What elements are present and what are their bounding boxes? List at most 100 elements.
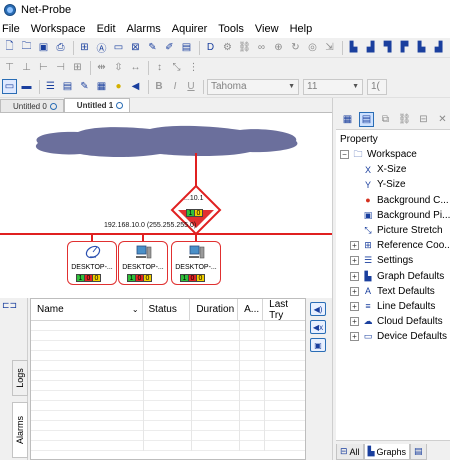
speaker-icon[interactable]: ◀: [128, 79, 143, 94]
collapse-icon[interactable]: −: [340, 150, 349, 160]
menu-tools[interactable]: Tools: [214, 20, 251, 38]
chart-2-icon[interactable]: ▟: [363, 40, 378, 55]
sort-chevron-icon[interactable]: ⌄: [132, 305, 139, 314]
tab-logs[interactable]: Logs: [12, 360, 28, 396]
tab-all[interactable]: ⊟ All: [336, 444, 364, 460]
column-status[interactable]: Status: [143, 299, 191, 320]
link-icon[interactable]: ⛓: [397, 112, 412, 127]
bold-button[interactable]: B: [152, 80, 166, 94]
column-name[interactable]: Name ⌄: [31, 299, 143, 320]
property-view-icon[interactable]: ▤: [359, 112, 374, 127]
tab-reports[interactable]: ▤: [410, 444, 427, 460]
tree-node[interactable]: Y Y-Size: [336, 177, 450, 192]
tab-untitled-0[interactable]: Untitled 0: [0, 99, 64, 112]
cloud-shape[interactable]: [35, 125, 298, 158]
expand-icon[interactable]: +: [350, 286, 359, 296]
expand-icon[interactable]: +: [350, 332, 359, 342]
chart-5-icon[interactable]: ▙: [414, 40, 429, 55]
tool-icon[interactable]: ⚙: [220, 40, 235, 55]
underline-button[interactable]: U: [184, 80, 198, 94]
align-left-icon[interactable]: ⊢: [36, 60, 51, 75]
menu-edit[interactable]: Edit: [93, 20, 123, 38]
expand-icon[interactable]: +: [350, 241, 359, 251]
sound-off-icon[interactable]: ◀x: [310, 320, 326, 334]
align-right-icon[interactable]: ⊣: [53, 60, 68, 75]
link-icon[interactable]: ⛓: [237, 40, 252, 55]
tab-alarms[interactable]: Alarms: [12, 402, 28, 458]
zoom-icon[interactable]: ⊕: [271, 40, 286, 55]
pin-icon[interactable]: ⊏⊐: [2, 300, 17, 311]
network-icon[interactable]: ⊟: [416, 112, 431, 127]
lightbulb-icon[interactable]: ●: [111, 79, 126, 94]
column-last-try[interactable]: Last Try: [263, 299, 305, 321]
align-bottom-icon[interactable]: ⊥: [19, 60, 34, 75]
tree-node[interactable]: + ▭ Device Defaults: [336, 329, 450, 344]
scan-icon[interactable]: ◎: [305, 40, 320, 55]
frame-icon[interactable]: ▭: [111, 40, 126, 55]
menu-file[interactable]: File: [0, 20, 27, 38]
chain-icon[interactable]: ∞: [254, 40, 269, 55]
print-icon[interactable]: ⎙: [53, 40, 68, 55]
align-center-icon[interactable]: ⊞: [70, 60, 85, 75]
export-icon[interactable]: ⇲: [322, 40, 337, 55]
align-top-icon[interactable]: ⊤: [2, 60, 17, 75]
properties-icon[interactable]: ▦: [94, 79, 109, 94]
tree-node[interactable]: − 🗀 Workspace: [336, 147, 450, 162]
device-icon[interactable]: ⊞: [77, 40, 92, 55]
distribute-h-icon[interactable]: ⇹: [94, 60, 109, 75]
speaker-icon[interactable]: ▣: [310, 338, 326, 352]
expand-icon[interactable]: +: [350, 271, 359, 281]
grid-icon[interactable]: ⋮: [186, 60, 201, 75]
same-size-icon[interactable]: ⤡: [169, 60, 184, 75]
chart-3-icon[interactable]: ▜: [380, 40, 395, 55]
menu-aquirer[interactable]: Aquirer: [168, 20, 214, 38]
layout-2-icon[interactable]: ▬: [19, 79, 34, 94]
close-icon[interactable]: ✕: [435, 112, 450, 127]
chart-4-icon[interactable]: ▛: [397, 40, 412, 55]
tree-node[interactable]: + ≡ Line Defaults: [336, 299, 450, 314]
column-a[interactable]: A...: [238, 299, 264, 320]
expand-icon[interactable]: +: [350, 301, 359, 311]
tree-node[interactable]: ● Background C...: [336, 193, 450, 208]
chart-6-icon[interactable]: ▟: [431, 40, 446, 55]
tab-untitled-1[interactable]: Untitled 1: [63, 98, 131, 112]
menu-alarms[interactable]: Alarms: [123, 20, 168, 38]
delete-box-icon[interactable]: ⊠: [128, 40, 143, 55]
open-folder-icon[interactable]: 🗀: [19, 40, 34, 55]
tree-node[interactable]: X X-Size: [336, 162, 450, 177]
tree-node[interactable]: + ▙ Graph Defaults: [336, 269, 450, 284]
menu-help[interactable]: Help: [286, 20, 320, 38]
menu-view[interactable]: View: [251, 20, 286, 38]
edit-alt-icon[interactable]: ✐: [162, 40, 177, 55]
network-map-canvas[interactable]: ...10.1 1 0 192.168.10.0 (255.255.255.0)…: [0, 112, 332, 298]
tree-node[interactable]: + ☁ Cloud Defaults: [336, 314, 450, 329]
tree-node[interactable]: + ⊞ Reference Coo...: [336, 238, 450, 253]
expand-icon[interactable]: +: [350, 256, 359, 266]
alarms-grid[interactable]: Name ⌄ Status Duration A... Last Try: [30, 298, 306, 460]
text-box-icon[interactable]: Ⓐ: [94, 40, 109, 55]
font-size-select[interactable]: 11 ▼: [303, 78, 363, 95]
copy-icon[interactable]: ⧉: [378, 112, 393, 127]
edit-icon[interactable]: ✎: [145, 40, 160, 55]
discover-icon[interactable]: D: [203, 40, 218, 55]
expand-icon[interactable]: +: [350, 317, 359, 327]
refresh-icon[interactable]: ↻: [288, 40, 303, 55]
distribute-v-icon[interactable]: ⇳: [111, 60, 126, 75]
report-icon[interactable]: ▤: [60, 79, 75, 94]
sound-icon[interactable]: ◀): [310, 302, 326, 316]
edit-doc-icon[interactable]: ✎: [77, 79, 92, 94]
italic-button[interactable]: I: [168, 80, 182, 94]
new-file-icon[interactable]: 🗋: [2, 40, 17, 55]
same-width-icon[interactable]: ↔: [128, 60, 143, 75]
column-duration[interactable]: Duration: [190, 299, 239, 320]
tree-node[interactable]: ▣ Background Pi...: [336, 208, 450, 223]
tree-node[interactable]: ⤡ Picture Stretch: [336, 223, 450, 238]
menu-workspace[interactable]: Workspace: [27, 20, 93, 38]
tree-node[interactable]: + ☰ Settings: [336, 253, 450, 268]
save-icon[interactable]: ▣: [36, 40, 51, 55]
layout-1-icon[interactable]: ▭: [2, 79, 17, 94]
device-node[interactable]: DESKTOP-... 1 0 0: [118, 241, 168, 285]
same-height-icon[interactable]: ↕: [152, 60, 167, 75]
grid-view-icon[interactable]: ▦: [340, 112, 355, 127]
font-select[interactable]: Tahoma ▼: [207, 78, 299, 95]
